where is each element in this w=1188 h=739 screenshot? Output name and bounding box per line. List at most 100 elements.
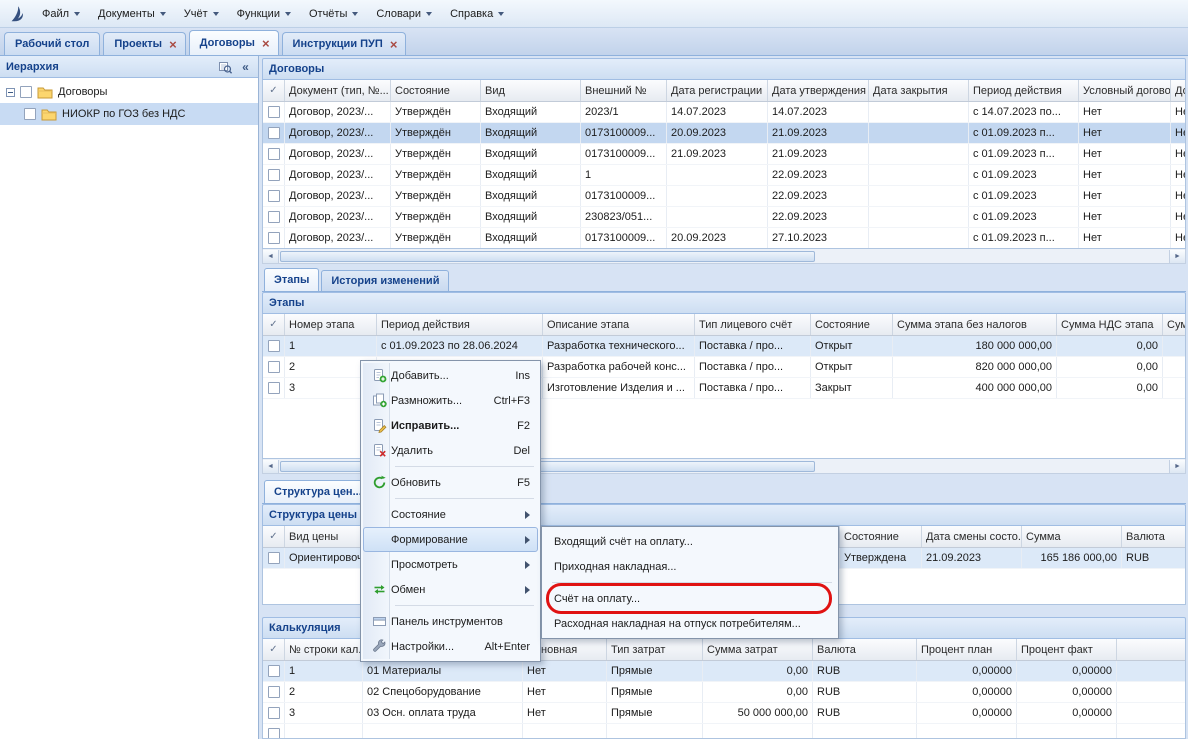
menu-item-edit[interactable]: Исправить...F2 bbox=[363, 413, 538, 438]
tab-pup-instructions[interactable]: Инструкции ПУП× bbox=[282, 32, 407, 55]
menu-item-duplicate[interactable]: Размножить...Ctrl+F3 bbox=[363, 388, 538, 413]
scrollbar-thumb[interactable] bbox=[280, 251, 815, 262]
menu-item-formation[interactable]: Формирование bbox=[363, 527, 538, 552]
menu-item-incoming-waybill[interactable]: Приходная накладная... bbox=[544, 554, 836, 579]
menu-documents[interactable]: Документы bbox=[90, 4, 174, 24]
column-header[interactable]: Период действия bbox=[377, 314, 543, 335]
column-header[interactable]: Описание этапа bbox=[543, 314, 695, 335]
menu-item-view[interactable]: Просмотреть bbox=[363, 552, 538, 577]
scroll-left-icon[interactable]: ◄ bbox=[263, 250, 279, 263]
close-icon[interactable]: × bbox=[169, 38, 177, 51]
row-checkbox[interactable] bbox=[268, 148, 280, 160]
column-header[interactable]: Состояние bbox=[811, 314, 893, 335]
search-icon[interactable] bbox=[216, 58, 233, 75]
column-header[interactable]: Условный договор bbox=[1079, 80, 1171, 101]
table-row[interactable]: Договор, 2023/...УтверждёнВходящий017310… bbox=[263, 123, 1186, 144]
tab-desktop[interactable]: Рабочий стол bbox=[4, 32, 100, 55]
menu-help[interactable]: Справка bbox=[442, 4, 512, 24]
tab-contracts[interactable]: Договоры× bbox=[189, 30, 279, 55]
table-row[interactable]: 202 СпецоборудованиеНетПрямые0,00RUB0,00… bbox=[263, 682, 1185, 703]
column-header[interactable]: Тип затрат bbox=[607, 639, 703, 660]
column-header[interactable]: № строки кал... bbox=[285, 639, 363, 660]
column-header[interactable]: Документ (тип, №... bbox=[285, 80, 391, 101]
row-checkbox[interactable] bbox=[268, 665, 280, 677]
menu-functions[interactable]: Функции bbox=[229, 4, 299, 24]
menu-item-exchange[interactable]: Обмен bbox=[363, 577, 538, 602]
menu-item-refresh[interactable]: ОбновитьF5 bbox=[363, 470, 538, 495]
table-row[interactable]: 303 Осн. оплата трудаНетПрямые50 000 000… bbox=[263, 703, 1185, 724]
column-header[interactable]: Тип лицевого счёт bbox=[695, 314, 811, 335]
column-header[interactable]: Номер этапа bbox=[285, 314, 377, 335]
tree-node-checkbox[interactable] bbox=[24, 108, 36, 120]
menu-file[interactable]: Файл bbox=[34, 4, 88, 24]
column-header[interactable]: Внешний № bbox=[581, 80, 667, 101]
row-checkbox[interactable] bbox=[268, 382, 280, 394]
table-row[interactable]: Договор, 2023/...УтверждёнВходящий2023/1… bbox=[263, 102, 1186, 123]
row-checkbox[interactable] bbox=[268, 552, 280, 564]
tab-price-structure[interactable]: Структура цен... bbox=[264, 480, 372, 503]
column-header[interactable]: Состояние bbox=[391, 80, 481, 101]
select-all-checkbox-header[interactable]: ✓ bbox=[263, 80, 285, 101]
tree-node-niokr-goz[interactable]: НИОКР по ГОЗ без НДС bbox=[0, 103, 258, 125]
select-all-checkbox-header[interactable]: ✓ bbox=[263, 639, 285, 660]
column-header[interactable]: Сумма затрат bbox=[703, 639, 813, 660]
column-header[interactable]: До... bbox=[1171, 80, 1186, 101]
row-checkbox[interactable] bbox=[268, 211, 280, 223]
tab-change-history[interactable]: История изменений bbox=[321, 270, 449, 291]
scroll-right-icon[interactable]: ► bbox=[1169, 250, 1185, 263]
table-row[interactable]: Договор, 2023/...УтверждёнВходящий017310… bbox=[263, 144, 1186, 165]
column-header[interactable]: Дата регистрации bbox=[667, 80, 768, 101]
menu-item-add[interactable]: Добавить...Ins bbox=[363, 363, 538, 388]
tree-node-contracts[interactable]: Договоры bbox=[0, 81, 258, 103]
close-icon[interactable]: × bbox=[262, 37, 270, 50]
column-header[interactable]: Вид bbox=[481, 80, 581, 101]
menu-dictionaries[interactable]: Словари bbox=[368, 4, 440, 24]
table-row[interactable]: Договор, 2023/...УтверждёнВходящий230823… bbox=[263, 207, 1186, 228]
row-checkbox[interactable] bbox=[268, 361, 280, 373]
row-checkbox[interactable] bbox=[268, 106, 280, 118]
row-checkbox[interactable] bbox=[268, 728, 280, 739]
row-checkbox[interactable] bbox=[268, 169, 280, 181]
column-header[interactable]: Сумма этапа без налогов bbox=[893, 314, 1057, 335]
horizontal-scrollbar[interactable]: ◄ ► bbox=[262, 249, 1186, 264]
table-row[interactable]: Договор, 2023/...УтверждёнВходящий017310… bbox=[263, 228, 1186, 249]
collapse-panel-icon[interactable]: « bbox=[237, 58, 254, 75]
select-all-checkbox-header[interactable]: ✓ bbox=[263, 526, 285, 547]
menu-item-outgoing-consumer-waybill[interactable]: Расходная накладная на отпуск потребител… bbox=[544, 611, 836, 636]
column-header[interactable]: Состояние bbox=[840, 526, 922, 547]
tab-projects[interactable]: Проекты× bbox=[103, 32, 185, 55]
tab-stages[interactable]: Этапы bbox=[264, 268, 319, 291]
column-header[interactable]: Дата закрытия bbox=[869, 80, 969, 101]
column-header[interactable]: Процент план bbox=[917, 639, 1017, 660]
table-row[interactable] bbox=[263, 724, 1185, 739]
row-checkbox[interactable] bbox=[268, 190, 280, 202]
table-row[interactable]: Договор, 2023/...УтверждёнВходящий122.09… bbox=[263, 165, 1186, 186]
menu-accounting[interactable]: Учёт bbox=[176, 4, 227, 24]
column-header[interactable]: Сумма bbox=[1022, 526, 1122, 547]
table-row[interactable]: Договор, 2023/...УтверждёнВходящий017310… bbox=[263, 186, 1186, 207]
menu-item-settings[interactable]: Настройки...Alt+Enter bbox=[363, 634, 538, 659]
column-header[interactable]: Дата утверждения bbox=[768, 80, 869, 101]
table-row[interactable]: 101 МатериалыНетПрямые0,00RUB0,000000,00… bbox=[263, 661, 1185, 682]
menu-item-delete[interactable]: УдалитьDel bbox=[363, 438, 538, 463]
row-checkbox[interactable] bbox=[268, 127, 280, 139]
table-row[interactable]: 1с 01.09.2023 по 28.06.2024Разработка те… bbox=[263, 336, 1186, 357]
collapse-node-icon[interactable] bbox=[6, 88, 15, 97]
menu-item-incoming-payment-invoice[interactable]: Входящий счёт на оплату... bbox=[544, 529, 836, 554]
menu-item-payment-invoice[interactable]: Счёт на оплату... bbox=[544, 586, 836, 611]
row-checkbox[interactable] bbox=[268, 686, 280, 698]
menu-item-toolbar-panel[interactable]: Панель инструментов bbox=[363, 609, 538, 634]
column-header[interactable]: Период действия bbox=[969, 80, 1079, 101]
menu-item-state[interactable]: Состояние bbox=[363, 502, 538, 527]
row-checkbox[interactable] bbox=[268, 232, 280, 244]
row-checkbox[interactable] bbox=[268, 340, 280, 352]
column-header[interactable]: Валюта bbox=[1122, 526, 1186, 547]
column-header[interactable]: Сумма эт... bbox=[1163, 314, 1186, 335]
column-header[interactable]: Процент факт bbox=[1017, 639, 1117, 660]
column-header[interactable]: Дата смены состо... bbox=[922, 526, 1022, 547]
scroll-left-icon[interactable]: ◄ bbox=[263, 460, 279, 473]
column-header[interactable]: Валюта bbox=[813, 639, 917, 660]
menu-reports[interactable]: Отчёты bbox=[301, 4, 366, 24]
close-icon[interactable]: × bbox=[390, 38, 398, 51]
column-header[interactable]: Сумма НДС этапа bbox=[1057, 314, 1163, 335]
